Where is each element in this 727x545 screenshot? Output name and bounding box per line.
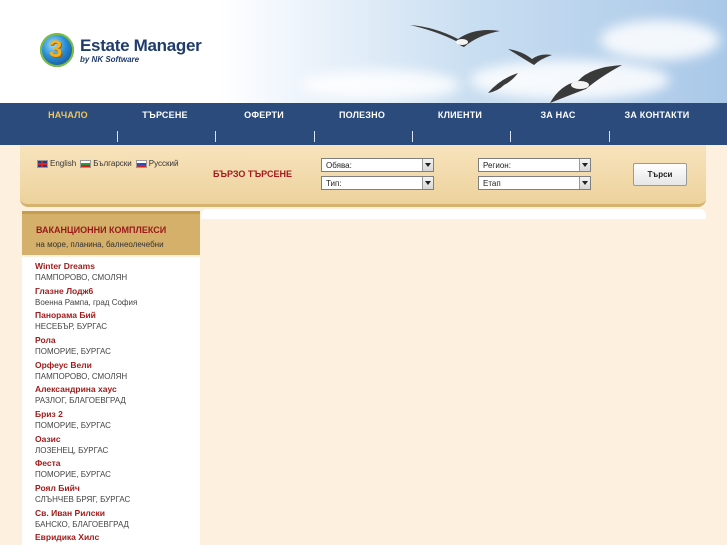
nav-about[interactable]: ЗА НАС [518,110,598,120]
chevron-down-icon[interactable] [422,177,433,189]
chevron-down-icon[interactable] [579,177,590,189]
sidebar-title: ВАКАНЦИОННИ КОМПЛЕКСИ [36,225,167,235]
resort-link[interactable]: Феста [35,457,195,469]
nav-useful[interactable]: ПОЛЕЗНО [322,110,402,120]
nav-search[interactable]: ТЪРСЕНЕ [125,110,205,120]
resort-link[interactable]: Рола [35,334,195,346]
resort-location: ПОМОРИЕ, БУРГАС [35,347,111,356]
resort-link[interactable]: Св. Иван Рилски [35,507,195,519]
nav-home[interactable]: НАЧАЛО [28,110,108,120]
lang-russian[interactable]: Русский [135,159,178,168]
nav-contacts[interactable]: ЗА КОНТАКТИ [617,110,697,120]
lang-english[interactable]: English [37,159,76,168]
resort-location: РАЗЛОГ, БЛАГОЕВГРАД [35,396,126,405]
resort-location: НЕСЕБЪР, БУРГАС [35,322,108,331]
list-item: Александрина хаус РАЗЛОГ, БЛАГОЕВГРАД [35,383,195,407]
seagulls-image [410,25,622,103]
resort-list: Winter Dreams ПАМПОРОВО, СМОЛЯН Глазне Л… [22,257,200,545]
content-panel [201,209,706,219]
floor-select[interactable]: Етап [478,176,591,190]
resort-location: ПАМПОРОВО, СМОЛЯН [35,273,128,282]
logo[interactable]: 3 Estate Manager by NK Software [40,33,202,67]
resort-link[interactable]: Панорама Бий [35,309,195,321]
resort-location: БАНСКО, БЛАГОЕВГРАД [35,520,129,529]
main-nav: НАЧАЛО ТЪРСЕНЕ ОФЕРТИ ПОЛЕЗНО КЛИЕНТИ ЗА… [0,103,727,145]
list-item: Евридика Хилс [35,531,195,543]
resort-link[interactable]: Евридика Хилс [35,531,195,543]
resort-location: ЛОЗЕНЕЦ, БУРГАС [35,446,109,455]
nav-divider [609,131,610,142]
quick-search-panel: English Български Русский БЪРЗО ТЪРСЕНЕ … [20,145,706,207]
list-item: Winter Dreams ПАМПОРОВО, СМОЛЯН [35,260,195,284]
chevron-down-icon[interactable] [422,159,433,171]
resort-location: СЛЪНЧЕВ БРЯГ, БУРГАС [35,495,131,504]
header-banner: 3 Estate Manager by NK Software [0,0,727,103]
list-item: Панорама Бий НЕСЕБЪР, БУРГАС [35,309,195,333]
resort-link[interactable]: Оазис [35,433,195,445]
resort-link[interactable]: Александрина хаус [35,383,195,395]
list-item: Св. Иван Рилски БАНСКО, БЛАГОЕВГРАД [35,507,195,531]
nav-offers[interactable]: ОФЕРТИ [224,110,304,120]
resort-location: ПАМПОРОВО, СМОЛЯН [35,372,128,381]
nav-divider [314,131,315,142]
nav-divider [412,131,413,142]
resort-link[interactable]: Глазне Лодж6 [35,285,195,297]
list-item: Феста ПОМОРИЕ, БУРГАС [35,457,195,481]
resort-link[interactable]: Роял Бийч [35,482,195,494]
nav-divider [117,131,118,142]
list-item: Глазне Лодж6 Военна Рампа, град София [35,285,195,309]
nav-divider [215,131,216,142]
resort-location: Военна Рампа, град София [35,298,138,307]
uk-flag-icon [37,159,48,168]
region-select[interactable]: Регион: [478,158,591,172]
logo-subtitle: by NK Software [80,54,140,64]
list-item: Бриз 2 ПОМОРИЕ, БУРГАС [35,408,195,432]
list-item: Оазис ЛОЗЕНЕЦ, БУРГАС [35,433,195,457]
resort-link[interactable]: Бриз 2 [35,408,195,420]
nav-divider [510,131,511,142]
quick-search-title: БЪРЗО ТЪРСЕНЕ [213,169,292,179]
type-select[interactable]: Тип: [321,176,434,190]
resort-link[interactable]: Орфеус Вели [35,359,195,371]
list-item: Роял Бийч СЛЪНЧЕВ БРЯГ, БУРГАС [35,482,195,506]
ad-select[interactable]: Обява: [321,158,434,172]
lang-bulgarian[interactable]: Български [80,159,132,168]
search-button[interactable]: Търси [633,163,687,186]
chevron-down-icon[interactable] [579,159,590,171]
nav-clients[interactable]: КЛИЕНТИ [420,110,500,120]
russia-flag-icon [135,159,147,168]
bulgaria-flag-icon [80,159,92,168]
resort-location: ПОМОРИЕ, БУРГАС [35,421,111,430]
logo-icon: 3 [40,33,74,67]
language-switcher: English Български Русский [37,159,178,168]
resort-location: ПОМОРИЕ, БУРГАС [35,470,111,479]
resort-link[interactable]: Winter Dreams [35,260,195,272]
sidebar-subtitle: на море, планина, балнеолечебни [36,240,164,249]
sidebar-header: ВАКАНЦИОННИ КОМПЛЕКСИ на море, планина, … [22,211,200,255]
list-item: Орфеус Вели ПАМПОРОВО, СМОЛЯН [35,359,195,383]
list-item: Рола ПОМОРИЕ, БУРГАС [35,334,195,358]
logo-title: Estate Manager [80,35,202,55]
